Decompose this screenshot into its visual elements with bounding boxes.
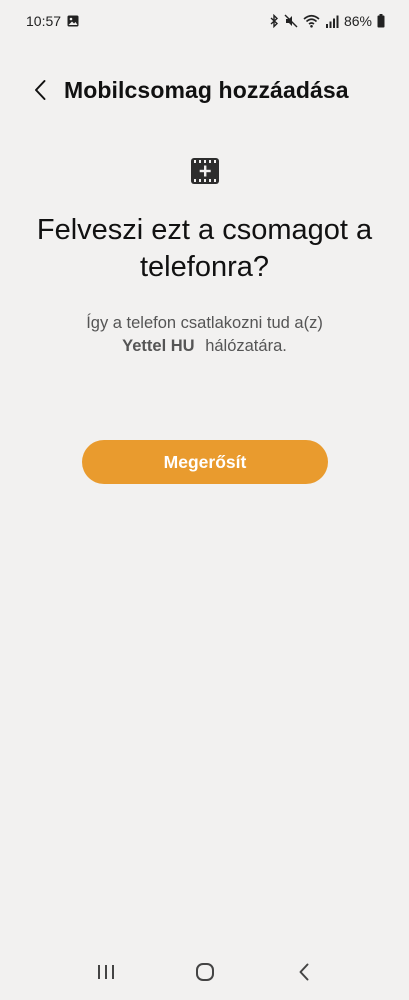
back-icon xyxy=(299,963,308,981)
page-title: Mobilcsomag hozzáadása xyxy=(64,76,349,103)
navigation-bar xyxy=(0,944,409,1000)
home-button[interactable] xyxy=(177,952,233,992)
home-icon xyxy=(195,963,214,981)
recent-apps-button[interactable] xyxy=(78,952,134,992)
confirm-button[interactable]: Megerősít xyxy=(82,440,328,484)
header: Mobilcsomag hozzáadása xyxy=(0,68,409,112)
signal-icon xyxy=(325,15,339,28)
gallery-icon xyxy=(67,15,79,27)
recent-apps-icon xyxy=(97,965,114,979)
battery-percent: 86% xyxy=(343,13,372,29)
description-prefix: Így a telefon csatlakozni tud a(z) xyxy=(86,314,323,332)
bluetooth-icon xyxy=(269,14,279,28)
mute-icon xyxy=(284,14,298,28)
esim-add-icon xyxy=(191,158,219,184)
description-suffix: hálózatára. xyxy=(205,337,287,355)
description: Így a telefon csatlakozni tud a(z) Yette… xyxy=(20,312,389,358)
back-button[interactable] xyxy=(18,68,62,112)
headline: Felveszi ezt a csomagot a telefonra? xyxy=(36,214,373,283)
nav-back-button[interactable] xyxy=(276,952,332,992)
wifi-icon xyxy=(303,14,320,28)
status-bar: 10:57 86% xyxy=(0,0,409,42)
chevron-left-icon xyxy=(35,80,46,100)
status-left: 10:57 xyxy=(26,13,79,29)
status-right: 86% xyxy=(269,13,385,29)
battery-icon xyxy=(377,14,385,28)
status-time: 10:57 xyxy=(26,13,62,29)
network-name: Yettel HU xyxy=(122,337,195,355)
